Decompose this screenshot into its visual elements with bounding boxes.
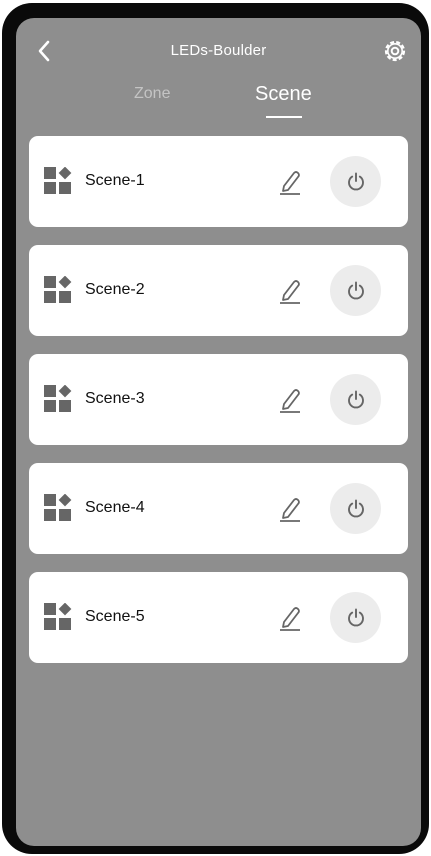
scene-name: Scene-2 [85, 281, 145, 298]
edit-button[interactable] [277, 168, 303, 196]
gear-icon [384, 40, 406, 62]
power-button[interactable] [330, 156, 381, 207]
power-button[interactable] [330, 374, 381, 425]
tab-scene[interactable]: Scene [255, 83, 312, 106]
pencil-icon [280, 607, 300, 631]
power-icon [347, 608, 364, 626]
scene-name: Scene-4 [85, 499, 145, 516]
scene-card[interactable]: Scene-3 [29, 354, 408, 445]
settings-button[interactable] [381, 37, 409, 65]
scene-name: Scene-5 [85, 608, 145, 625]
pencil-icon [280, 280, 300, 304]
power-icon [347, 499, 364, 517]
scene-grid-icon [44, 167, 72, 194]
power-icon [347, 281, 364, 299]
scene-name: Scene-1 [85, 172, 145, 189]
scene-grid-icon [44, 276, 72, 303]
pencil-icon [280, 171, 300, 195]
tab-zone[interactable]: Zone [134, 85, 170, 103]
tab-bar: Zone Scene [16, 78, 421, 124]
edit-button[interactable] [277, 495, 303, 523]
scene-grid-icon [44, 385, 72, 412]
power-button[interactable] [330, 483, 381, 534]
power-icon [347, 172, 364, 190]
power-button[interactable] [330, 592, 381, 643]
app-screen: LEDs-Boulder Zone Scene Scene-1 Scene-2 … [16, 18, 421, 846]
scene-card[interactable]: Scene-1 [29, 136, 408, 227]
scene-list: Scene-1 Scene-2 Scene-3 Scene-4 Scene-5 [29, 136, 408, 681]
power-icon [347, 390, 364, 408]
scene-grid-icon [44, 603, 72, 630]
edit-button[interactable] [277, 604, 303, 632]
page-title: LEDs-Boulder [170, 42, 267, 59]
pencil-icon [280, 498, 300, 522]
power-button[interactable] [330, 265, 381, 316]
scene-card[interactable]: Scene-5 [29, 572, 408, 663]
scene-name: Scene-3 [85, 390, 145, 407]
scene-card[interactable]: Scene-2 [29, 245, 408, 336]
phone-frame: LEDs-Boulder Zone Scene Scene-1 Scene-2 … [2, 3, 429, 854]
active-tab-indicator [266, 116, 302, 118]
scene-grid-icon [44, 494, 72, 521]
pencil-icon [280, 389, 300, 413]
scene-card[interactable]: Scene-4 [29, 463, 408, 554]
edit-button[interactable] [277, 277, 303, 305]
edit-button[interactable] [277, 386, 303, 414]
